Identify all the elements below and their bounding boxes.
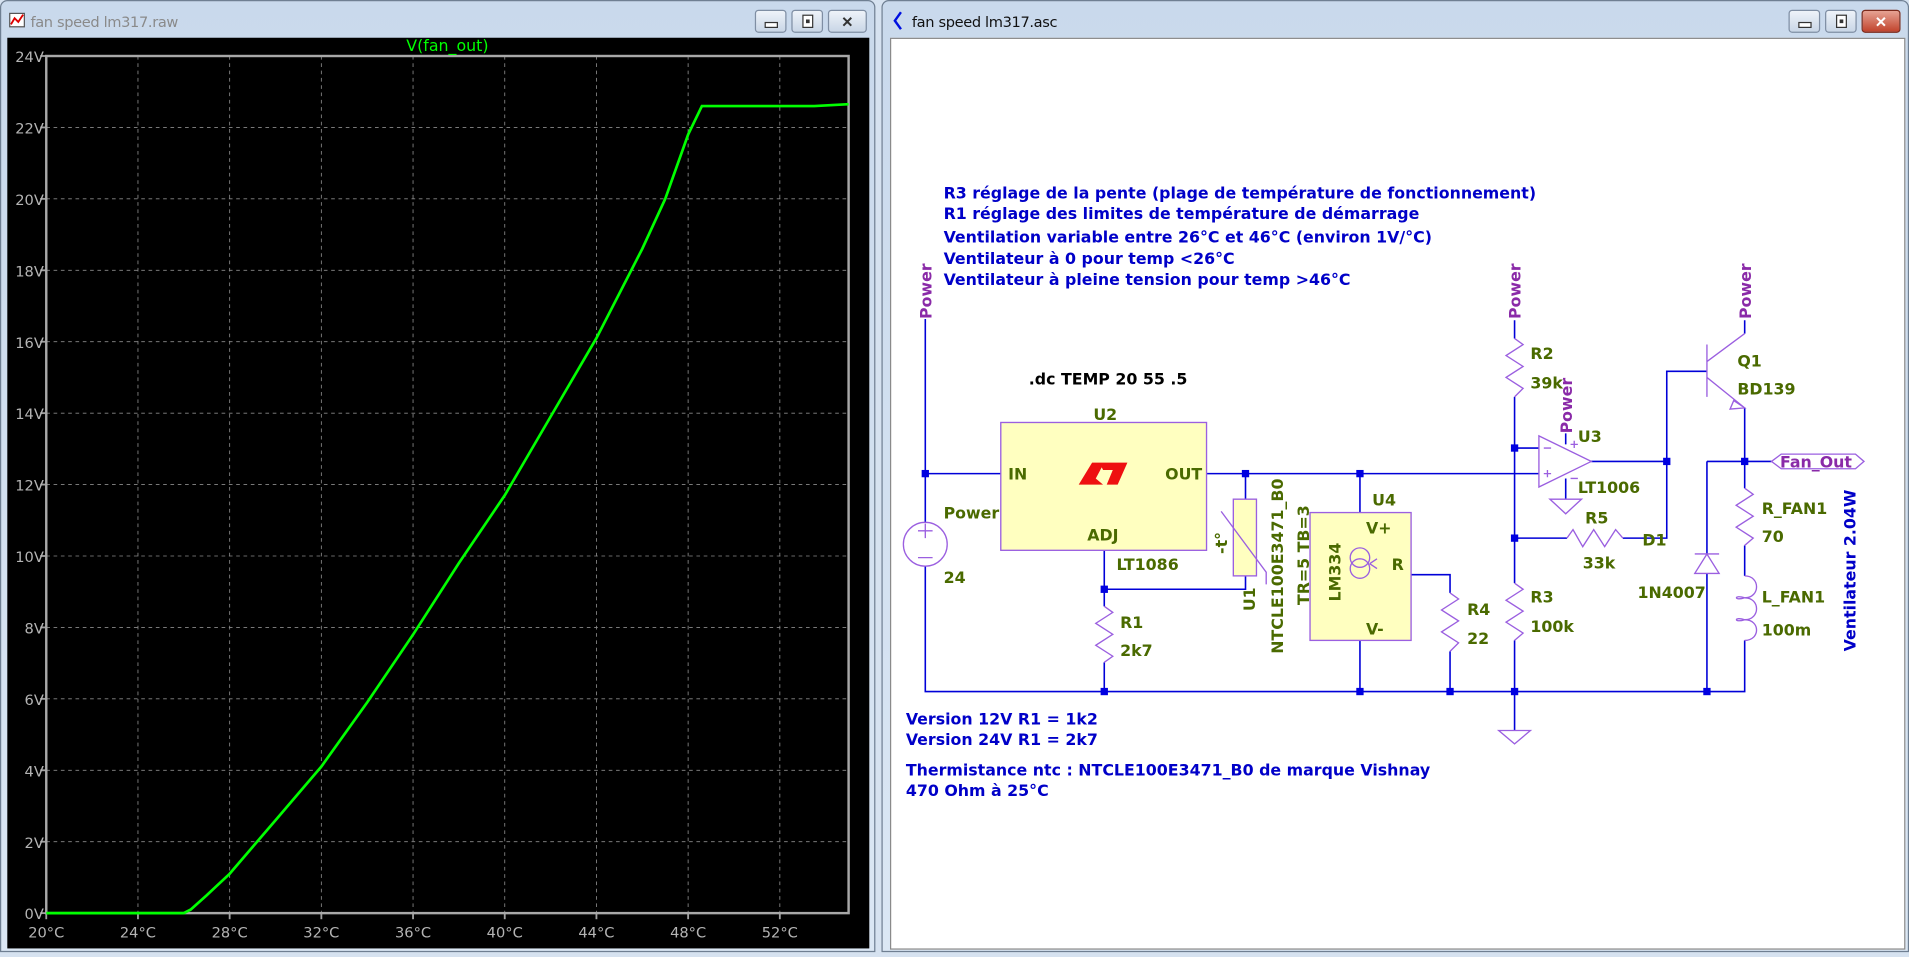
desktop: fan speed lm317.raw ✕ fan speed lm317.as… — [0, 0, 1909, 957]
close-icon: ✕ — [1874, 12, 1888, 30]
minimize-icon — [763, 21, 778, 29]
plot-window: fan speed lm317.raw ✕ — [0, 0, 876, 953]
schematic-app-icon — [893, 11, 902, 30]
maximize-button[interactable] — [791, 9, 824, 33]
maximize-icon — [801, 14, 813, 29]
maximize-icon — [1835, 14, 1847, 29]
schematic-canvas[interactable] — [889, 37, 1906, 950]
minimize-button[interactable] — [1788, 9, 1821, 33]
minimize-button[interactable] — [754, 9, 787, 33]
minimize-icon — [1797, 21, 1812, 29]
plot-window-title: fan speed lm317.raw — [30, 13, 179, 31]
schematic-window-title: fan speed lm317.asc — [911, 13, 1058, 31]
maximize-button[interactable] — [1825, 9, 1857, 33]
close-button[interactable]: ✕ — [827, 9, 867, 33]
close-button[interactable]: ✕ — [1861, 9, 1901, 33]
plot-window-titlebar[interactable]: fan speed lm317.raw ✕ — [1, 1, 874, 38]
schematic-window: fan speed lm317.asc ✕ — [881, 0, 1909, 953]
schematic-window-titlebar[interactable]: fan speed lm317.asc ✕ — [883, 1, 1908, 38]
waveform-app-icon — [9, 12, 25, 28]
plot-area[interactable] — [7, 37, 870, 949]
close-icon: ✕ — [841, 12, 854, 30]
